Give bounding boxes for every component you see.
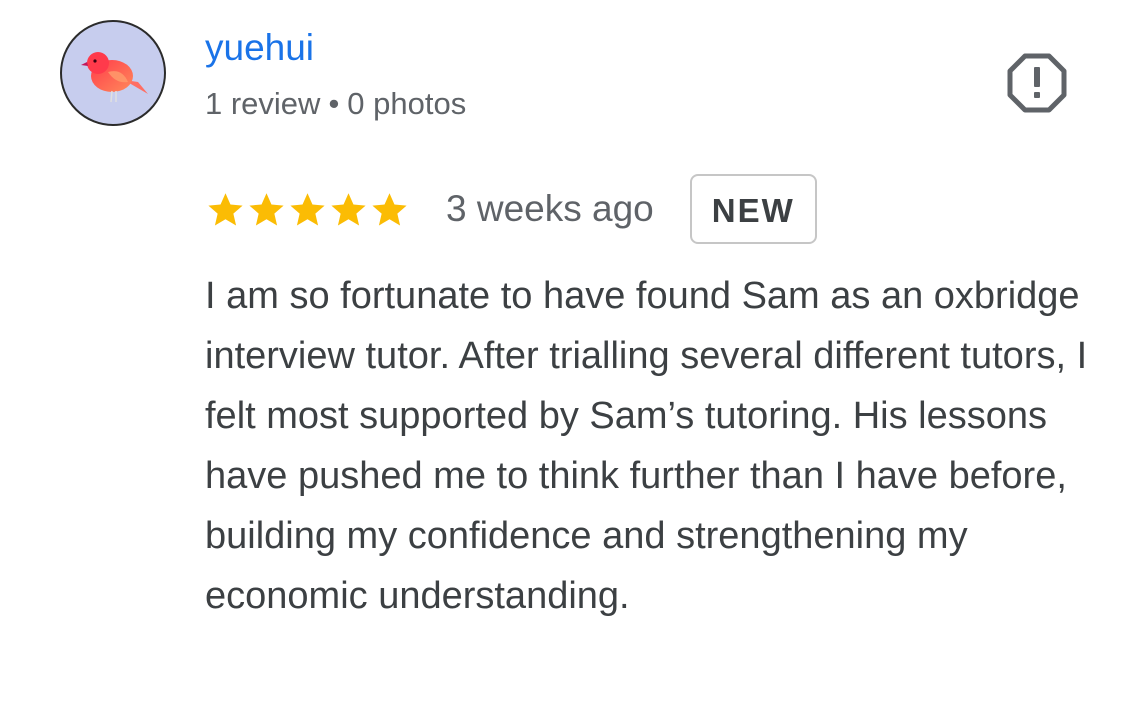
review-count: 1 review (205, 86, 321, 121)
star-icon (372, 192, 407, 226)
star-rating (205, 189, 410, 230)
report-flag-icon (1007, 53, 1067, 113)
author-name-link[interactable]: yuehui (205, 26, 314, 70)
star-icon (290, 192, 325, 226)
review-card: yuehui 1 review • 0 photos 3 weeks ago NEW… (0, 0, 1146, 715)
author-meta: 1 review • 0 photos (205, 84, 466, 124)
red-bird-avatar-icon (81, 52, 148, 103)
new-badge: NEW (689, 174, 817, 244)
star-icon (208, 192, 243, 226)
star-icon (331, 192, 366, 226)
report-review-button[interactable] (1006, 52, 1068, 114)
author-avatar[interactable] (60, 20, 166, 126)
meta-separator: • (328, 86, 340, 121)
star-icon (249, 192, 284, 226)
rating-row: 3 weeks ago NEW (205, 170, 817, 248)
review-time: 3 weeks ago (446, 188, 654, 229)
photo-count: 0 photos (347, 86, 467, 121)
review-text: I am so fortunate to have found Sam as a… (205, 275, 1088, 617)
